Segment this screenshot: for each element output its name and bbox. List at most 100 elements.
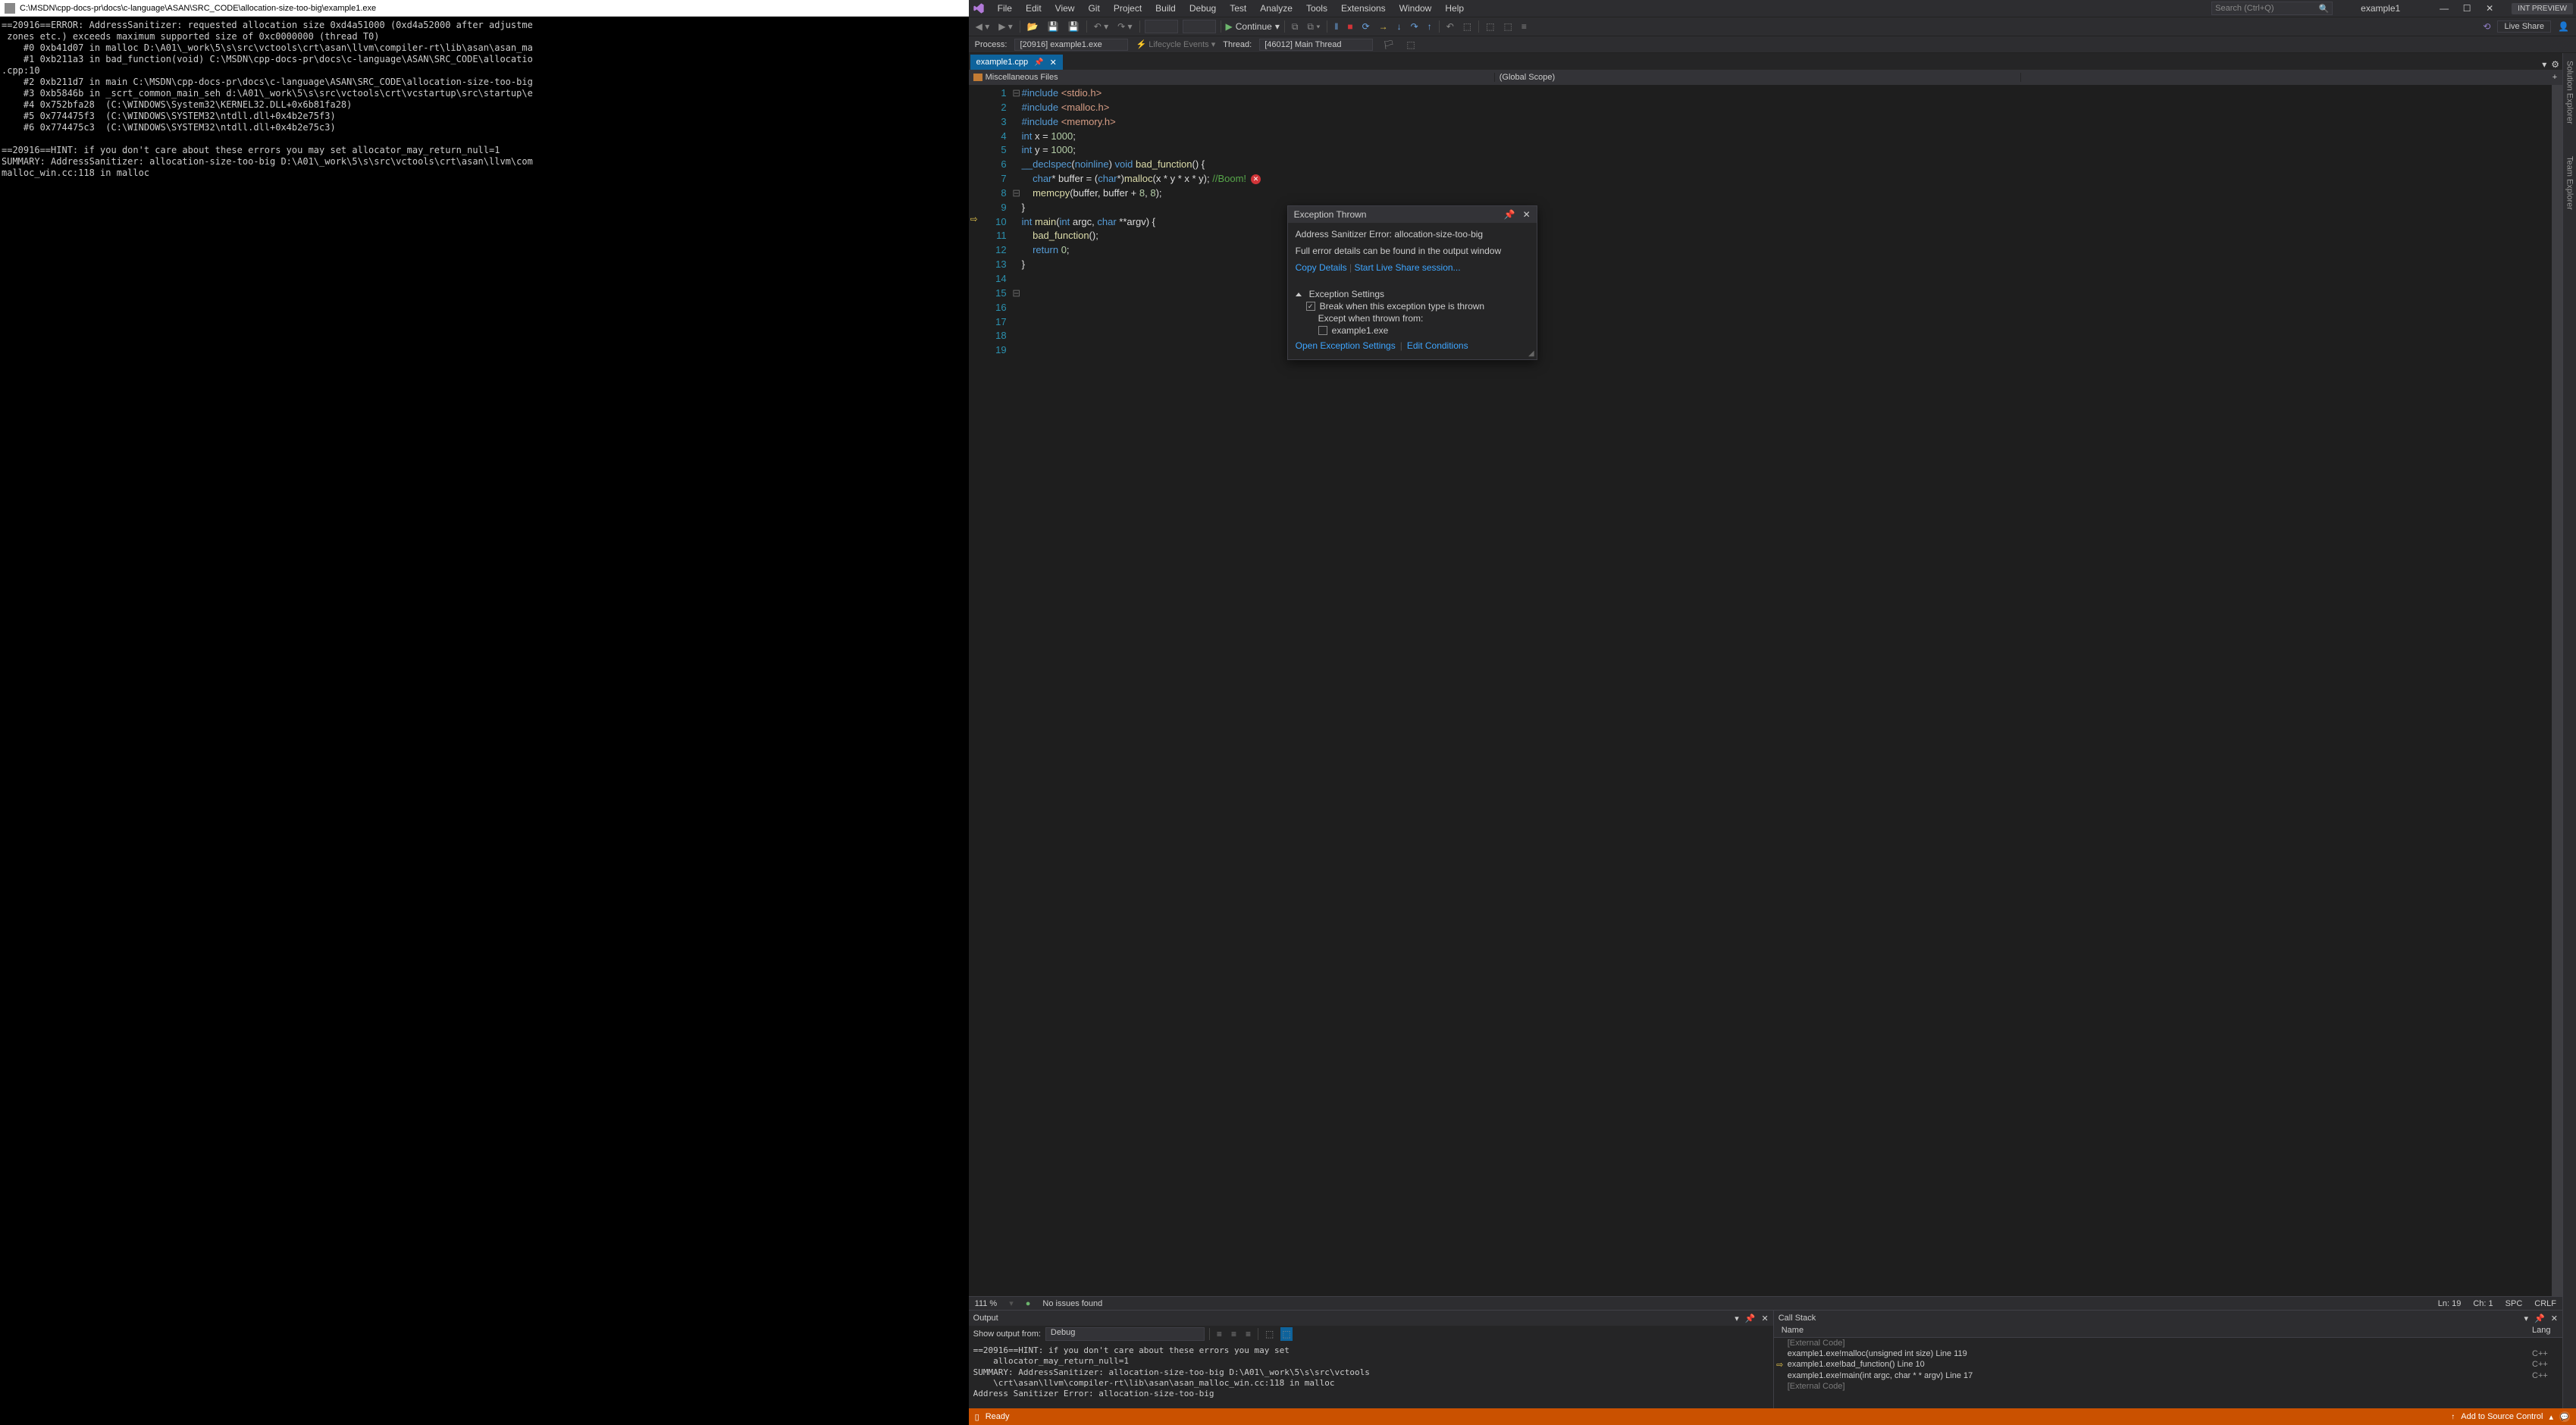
publish-icon[interactable]: ↑	[2451, 1413, 2455, 1421]
step-button-1[interactable]: ⧉	[1290, 21, 1301, 33]
source-control-caret[interactable]: ▴	[2549, 1412, 2553, 1422]
step-into-button[interactable]: ↓	[1395, 21, 1404, 32]
editor-scrollbar[interactable]	[2552, 85, 2562, 1296]
tab-example1-cpp[interactable]: example1.cpp 📌 ✕	[970, 55, 1063, 70]
restart-button[interactable]: ⟳	[1360, 21, 1372, 32]
menu-test[interactable]: Test	[1224, 2, 1252, 15]
encoding-indicator[interactable]: CRLF	[2534, 1299, 2556, 1308]
console-output[interactable]: ==20916==ERROR: AddressSanitizer: reques…	[0, 17, 969, 1425]
menu-window[interactable]: Window	[1393, 2, 1438, 15]
tab-overflow-icon[interactable]: ▾	[2542, 59, 2546, 70]
thread-dropdown[interactable]: [46012] Main Thread	[1259, 39, 1373, 51]
liveshare-icon[interactable]: ⟲	[2480, 21, 2493, 32]
team-explorer-tab[interactable]: Team Explorer	[2565, 152, 2574, 215]
redo-button[interactable]: ↷ ▾	[1115, 21, 1134, 32]
menu-help[interactable]: Help	[1439, 2, 1470, 15]
maximize-button[interactable]: ☐	[2455, 0, 2478, 17]
exception-popup-header[interactable]: Exception Thrown 📌 ✕	[1288, 206, 1537, 223]
source-control-button[interactable]: Add to Source Control	[2461, 1412, 2543, 1421]
copy-details-link[interactable]: Copy Details	[1296, 262, 1347, 273]
tb-misc-3[interactable]: ⬚	[1484, 21, 1496, 32]
cs-pin-icon[interactable]: 📌	[2534, 1314, 2545, 1323]
menu-build[interactable]: Build	[1149, 2, 1182, 15]
close-button[interactable]: ✕	[2478, 0, 2501, 17]
search-input[interactable]: Search (Ctrl+Q) 🔍	[2211, 2, 2333, 15]
step-out-button[interactable]: ↑	[1425, 21, 1434, 32]
step-button-2[interactable]: ⧉ ▾	[1305, 21, 1322, 33]
lifecycle-events[interactable]: ⚡ Lifecycle Events ▾	[1136, 39, 1215, 49]
line-indicator[interactable]: Ln: 19	[2438, 1299, 2462, 1308]
back-button[interactable]: ◀ ▾	[973, 21, 992, 32]
panel-dropdown-icon[interactable]: ▾	[1735, 1314, 1739, 1323]
menu-edit[interactable]: Edit	[1020, 2, 1048, 15]
break-when-checkbox[interactable]: Break when this exception type is thrown	[1296, 300, 1529, 312]
tab-settings-icon[interactable]: ⚙	[2551, 59, 2559, 70]
tab-close-icon[interactable]: ✕	[1050, 58, 1057, 67]
show-output-dropdown[interactable]: Debug	[1045, 1327, 1205, 1341]
col-lang[interactable]: Lang	[2532, 1326, 2562, 1337]
start-liveshare-link[interactable]: Start Live Share session...	[1354, 262, 1460, 273]
col-name[interactable]: Name	[1774, 1326, 2532, 1337]
output-text[interactable]: ==20916==HINT: if you don't care about t…	[969, 1342, 1773, 1408]
callstack-row[interactable]: ⇨example1.exe!bad_function() Line 10C++	[1774, 1359, 2562, 1370]
output-btn-3[interactable]: ≡	[1243, 1329, 1253, 1339]
output-btn-1[interactable]: ≡	[1214, 1329, 1224, 1339]
liveshare-button[interactable]: Live Share	[2497, 20, 2551, 33]
callstack-row[interactable]: [External Code]	[1774, 1381, 2562, 1392]
indent-indicator[interactable]: SPC	[2505, 1299, 2523, 1308]
code-content[interactable]: #include <stdio.h>#include <malloc.h>#in…	[1022, 85, 2552, 1296]
issues-text[interactable]: No issues found	[1042, 1299, 1102, 1308]
menu-analyze[interactable]: Analyze	[1254, 2, 1299, 15]
resize-grip-icon[interactable]: ◢	[1528, 349, 1534, 358]
menu-file[interactable]: File	[992, 2, 1018, 15]
tb-misc-5[interactable]: ≡	[1519, 21, 1529, 32]
tb-misc-4[interactable]: ⬚	[1501, 21, 1514, 32]
open-button[interactable]: 📂	[1025, 21, 1041, 32]
panel-pin-icon[interactable]: 📌	[1745, 1314, 1756, 1323]
output-btn-2[interactable]: ≡	[1229, 1329, 1239, 1339]
zoom-level[interactable]: 111 %	[975, 1299, 998, 1308]
menu-project[interactable]: Project	[1108, 2, 1148, 15]
console-titlebar[interactable]: C:\MSDN\cpp-docs-pr\docs\c-language\ASAN…	[0, 0, 969, 17]
nav-add-button[interactable]: +	[2547, 73, 2562, 82]
save-all-button[interactable]: 💾	[1066, 21, 1082, 32]
callstack-body[interactable]: [External Code]example1.exe!malloc(unsig…	[1774, 1338, 2562, 1408]
panel-close-icon[interactable]: ✕	[1762, 1314, 1769, 1323]
tb-misc-2[interactable]: ⬚	[1461, 21, 1474, 32]
pin-icon[interactable]: 📌	[1034, 58, 1043, 67]
platform-dropdown[interactable]	[1183, 20, 1216, 33]
forward-button[interactable]: ▶ ▾	[996, 21, 1015, 32]
menu-tools[interactable]: Tools	[1300, 2, 1333, 15]
pin-popup-icon[interactable]: 📌	[1504, 209, 1515, 220]
code-editor[interactable]: ⇨ 12345678910111213141516171819 ⊟ ⊟ ⊟ #i…	[969, 85, 2562, 1296]
output-btn-4[interactable]: ⬚	[1263, 1329, 1276, 1339]
step-over-button[interactable]: ↷	[1409, 21, 1421, 32]
stackframe-button-2[interactable]: ⬚	[1404, 39, 1417, 50]
stop-button[interactable]: ■	[1345, 21, 1355, 32]
cs-close-icon[interactable]: ✕	[2551, 1314, 2558, 1323]
save-button[interactable]: 💾	[1045, 21, 1061, 32]
feedback-button[interactable]: 👤	[2556, 21, 2571, 32]
breakpoint-margin[interactable]: ⇨	[969, 85, 986, 1296]
nav-project-dropdown[interactable]: Miscellaneous Files	[969, 73, 1495, 82]
pause-button[interactable]: ‖	[1332, 21, 1340, 32]
undo-button[interactable]: ↶ ▾	[1092, 21, 1111, 32]
process-dropdown[interactable]: [20916] example1.exe	[1014, 39, 1128, 51]
cs-dropdown-icon[interactable]: ▾	[2524, 1314, 2529, 1323]
menu-extensions[interactable]: Extensions	[1335, 2, 1392, 15]
callstack-row[interactable]: example1.exe!main(int argc, char * * arg…	[1774, 1370, 2562, 1381]
notification-icon[interactable]: 💬	[2559, 1411, 2570, 1422]
menu-git[interactable]: Git	[1082, 2, 1105, 15]
tb-misc-1[interactable]: ↶	[1444, 21, 1456, 32]
next-stmt-button[interactable]: →	[1377, 21, 1390, 32]
close-popup-icon[interactable]: ✕	[1523, 209, 1531, 220]
continue-button[interactable]: ▶ Continue ▾	[1226, 21, 1280, 32]
vs-titlebar[interactable]: FileEditViewGitProjectBuildDebugTestAnal…	[969, 0, 2576, 17]
open-exception-settings-link[interactable]: Open Exception Settings	[1296, 340, 1396, 351]
edit-conditions-link[interactable]: Edit Conditions	[1407, 340, 1468, 351]
callstack-row[interactable]: [External Code]	[1774, 1338, 2562, 1348]
exception-settings-toggle[interactable]: Exception Settings	[1296, 288, 1529, 300]
except-item-checkbox[interactable]: example1.exe	[1296, 324, 1529, 337]
nav-scope-dropdown[interactable]: (Global Scope)	[1495, 73, 2021, 82]
callstack-row[interactable]: example1.exe!malloc(unsigned int size) L…	[1774, 1348, 2562, 1359]
